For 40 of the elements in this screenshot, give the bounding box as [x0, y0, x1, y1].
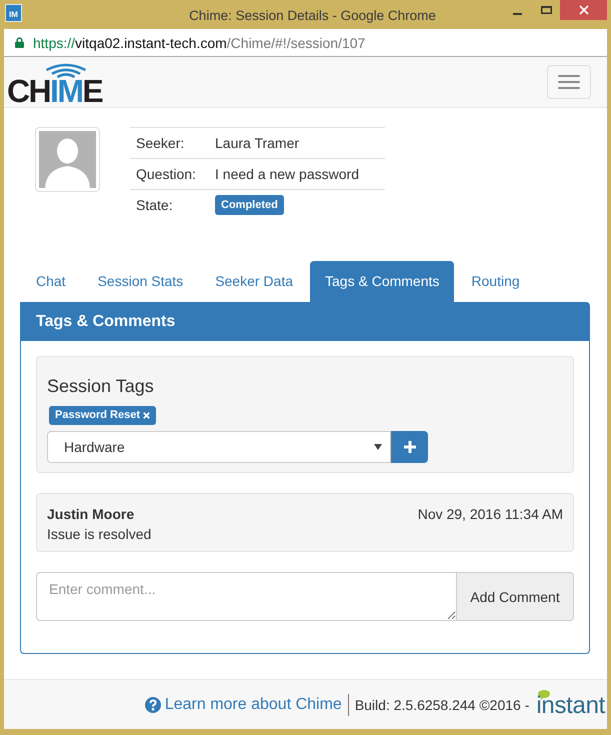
comment-author: Justin Moore	[47, 505, 134, 524]
build-info: Build: 2.5.6258.244 ©2016 -	[354, 696, 530, 714]
status-badge: Completed	[215, 195, 284, 215]
caret-icon	[374, 444, 382, 450]
window-title: Chime: Session Details - Google Chrome	[189, 7, 436, 25]
maximize-icon[interactable]	[541, 6, 552, 14]
lock-icon	[15, 37, 24, 48]
help-link[interactable]: Learn more about Chime	[164, 694, 342, 714]
comment-time: Nov 29, 2016 11:34 AM	[418, 505, 563, 524]
field-label: State:	[135, 196, 174, 215]
tab[interactable]: Tags & Comments	[310, 261, 454, 302]
avatar-icon	[35, 127, 100, 192]
chime-logo[interactable]: CHIME	[7, 60, 102, 104]
tab[interactable]: Session Stats	[82, 261, 198, 302]
field-label: Question:	[135, 165, 197, 184]
section-title: Session Tags	[47, 375, 154, 397]
instant-logo: instant	[536, 690, 605, 719]
close-button[interactable]	[560, 0, 607, 20]
tag-label: Password Reset	[55, 409, 140, 422]
tag-select[interactable]: Hardware	[47, 431, 391, 463]
field-value: Laura Tramer	[215, 134, 300, 153]
add-comment-button[interactable]: Add Comment	[457, 572, 574, 621]
field-value: I need a new password	[215, 165, 359, 184]
tab[interactable]: Routing	[456, 261, 535, 302]
address-bar[interactable]: https://vitqa02.instant-tech.com/Chime/#!/session/107	[4, 29, 607, 57]
url-text: https://vitqa02.instant-tech.com/Chime/#!/session/107	[33, 34, 366, 52]
remove-icon[interactable]	[142, 412, 150, 419]
help-icon[interactable]	[144, 696, 161, 712]
tab[interactable]: Chat	[21, 261, 81, 302]
plus-icon	[404, 441, 416, 453]
close-icon	[578, 5, 588, 15]
menu-icon	[558, 75, 580, 89]
menu-button[interactable]	[547, 65, 591, 99]
comment-field[interactable]: Enter comment...	[36, 572, 457, 621]
comment-text: Issue is resolved	[47, 525, 152, 544]
field-label: Seeker:	[135, 134, 186, 153]
panel-header: Tags & Comments	[21, 303, 589, 341]
add-tag-button[interactable]	[391, 431, 428, 463]
tab[interactable]: Seeker Data	[200, 261, 308, 302]
app-icon: IM	[5, 4, 22, 22]
